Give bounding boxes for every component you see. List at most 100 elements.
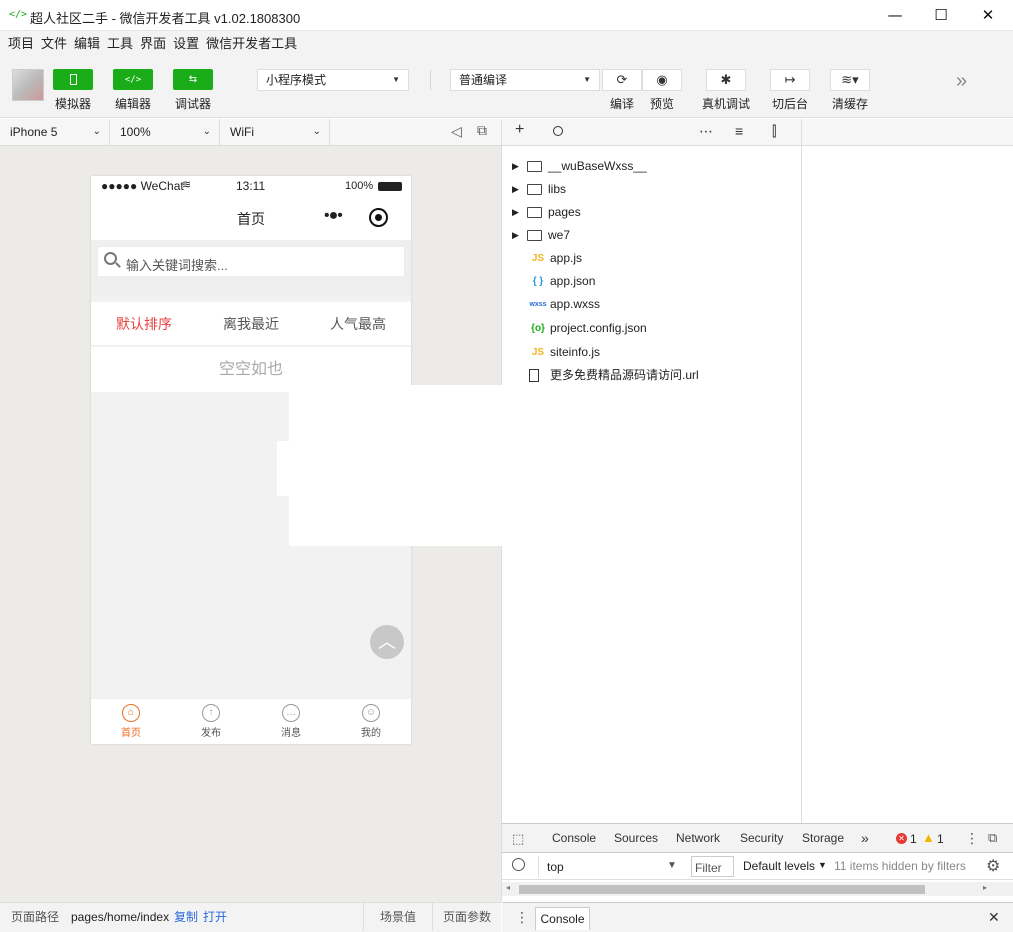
scrollbar-thumb[interactable] (519, 885, 925, 894)
divider (363, 903, 364, 931)
clear-console-icon[interactable] (512, 858, 525, 871)
close-miniprogram-icon[interactable] (369, 208, 388, 227)
menu-bar: 项目 文件 编辑 工具 界面 设置 微信开发者工具 (0, 31, 1013, 56)
more-tabs-button[interactable]: » (861, 824, 869, 853)
zoom-select-value: 100% (120, 125, 151, 139)
scroll-to-top-button[interactable]: ︿ (370, 625, 404, 659)
undock-icon[interactable]: ⧉ (988, 830, 997, 846)
tree-item-siteinfo-js[interactable]: JS siteinfo.js (512, 341, 792, 364)
debugger-toggle-button[interactable]: ⇆ (173, 69, 213, 90)
file-tree-toolbar: + ⋯ ≡ ⫿ (502, 119, 801, 146)
menu-edit[interactable]: 编辑 (71, 31, 104, 56)
tree-item-we7[interactable]: ▶ we7 (512, 224, 792, 247)
tab-most-popular[interactable]: 人气最高 (330, 302, 386, 346)
tree-item-label: app.wxss (550, 297, 601, 311)
tabbar-home[interactable]: ⌂ 首页 (91, 699, 171, 739)
wxss-file-icon: wxss (529, 301, 547, 308)
log-levels-select[interactable]: Default levels (743, 859, 815, 873)
popout-icon[interactable]: ⧉ (477, 122, 487, 139)
json-file-icon: { } (532, 276, 544, 287)
tree-item-url-file[interactable]: 更多免费精品源码请访问.url (512, 364, 792, 387)
warning-count[interactable]: 1 (937, 832, 944, 846)
remote-debug-label: 真机调试 (701, 97, 750, 111)
horizontal-scrollbar[interactable]: ◂ ▸ (502, 882, 1013, 896)
menu-interface[interactable]: 界面 (137, 31, 170, 56)
compile-button[interactable]: ⟳ (602, 69, 642, 91)
menu-wechat-devtools[interactable]: 微信开发者工具 (203, 31, 301, 56)
simulator-toggle-button[interactable] (53, 69, 93, 90)
sidebar-toggle-icon[interactable]: ⫿ (772, 123, 776, 140)
tree-item-libs[interactable]: ▶ libs (512, 178, 792, 201)
editor-toggle-button[interactable]: </> (113, 69, 153, 90)
tree-item-wubasewxss[interactable]: ▶ __wuBaseWxss__ (512, 155, 792, 178)
layers-icon: ≋▾ (841, 72, 859, 87)
tree-item-app-wxss[interactable]: wxss app.wxss (512, 293, 792, 316)
search-input[interactable]: 输入关键词搜索... (97, 246, 405, 277)
copy-path-link[interactable]: 复制 (174, 903, 198, 931)
mode-select[interactable]: 小程序模式 ▼ (257, 69, 409, 91)
code-icon: </> (124, 75, 142, 85)
close-drawer-icon[interactable]: ✕ (988, 909, 1000, 926)
open-path-link[interactable]: 打开 (203, 903, 227, 931)
drawer-tab-console[interactable]: Console (535, 907, 590, 930)
filter-placeholder: Filter (695, 861, 722, 875)
remote-debug-button[interactable]: ✱ (706, 69, 746, 91)
tabbar-profile[interactable]: ☺ 我的 (331, 699, 411, 739)
menu-settings[interactable]: 设置 (170, 31, 203, 56)
context-select[interactable]: top ▼ (538, 856, 681, 877)
refresh-icon: ⟳ (616, 72, 628, 87)
maximize-button[interactable]: ☐ (918, 0, 964, 31)
wifi-icon: ≋ (182, 179, 192, 191)
switch-background-icon: ↦ (784, 72, 796, 87)
background-button[interactable]: ↦ (770, 69, 810, 91)
minimize-button[interactable]: — (872, 0, 918, 31)
tree-item-app-js[interactable]: JS app.js (512, 247, 792, 270)
gear-icon[interactable]: ⚙ (986, 856, 1000, 876)
tree-item-label: app.json (550, 274, 596, 288)
tab-sources[interactable]: Sources (614, 824, 658, 853)
preview-button[interactable]: ◉ (642, 69, 682, 91)
tabbar-publish[interactable]: ↑ 发布 (171, 699, 251, 739)
tab-nearest[interactable]: 离我最近 (223, 302, 279, 346)
compile-select[interactable]: 普通编译 ▼ (450, 69, 600, 91)
clear-cache-button[interactable]: ≋▾ (830, 69, 870, 91)
more-options-icon[interactable]: •●• (324, 207, 343, 225)
collapse-icon[interactable]: ≡ (735, 123, 743, 139)
more-tools-button[interactable]: » (956, 70, 967, 93)
mute-icon[interactable]: ◁ (451, 123, 462, 140)
scene-value-button[interactable]: 场景值 (380, 903, 416, 931)
close-window-button[interactable]: ✕ (965, 0, 1011, 31)
menu-project[interactable]: 项目 (0, 31, 38, 56)
tabbar-messages[interactable]: … 消息 (251, 699, 331, 739)
menu-tools[interactable]: 工具 (104, 31, 137, 56)
tree-item-project-config[interactable]: {o} project.config.json (512, 317, 792, 340)
more-icon[interactable]: ⋯ (699, 123, 713, 140)
search-icon[interactable] (553, 126, 563, 136)
tab-network[interactable]: Network (676, 824, 720, 853)
page-params-button[interactable]: 页面参数 (443, 903, 491, 931)
console-filter-input[interactable]: Filter (691, 856, 734, 877)
network-select[interactable]: WiFi ⌄ (220, 119, 330, 145)
zoom-select[interactable]: 100% ⌄ (110, 119, 220, 145)
tab-console[interactable]: Console (543, 824, 606, 855)
menu-file[interactable]: 文件 (38, 31, 71, 56)
page-path-value: pages/home/index (71, 910, 170, 924)
pane-divider[interactable] (801, 119, 802, 823)
scroll-left-icon[interactable]: ◂ (506, 883, 510, 892)
error-count[interactable]: 1 (910, 832, 917, 846)
kebab-menu-icon[interactable]: ⋮ (965, 830, 979, 847)
device-select[interactable]: iPhone 5 ⌄ (0, 119, 110, 145)
kebab-menu-icon[interactable]: ⋮ (515, 909, 529, 926)
tree-item-pages[interactable]: ▶ pages (512, 201, 792, 224)
inspect-icon[interactable]: ⬚ (512, 831, 524, 847)
avatar[interactable] (12, 69, 44, 101)
tab-storage[interactable]: Storage (802, 824, 844, 853)
js-file-icon: JS (531, 347, 545, 358)
scroll-right-icon[interactable]: ▸ (983, 883, 987, 892)
tab-security[interactable]: Security (740, 824, 783, 853)
debug-icon: ⇆ (188, 74, 198, 85)
add-icon[interactable]: + (515, 121, 524, 139)
tree-item-app-json[interactable]: { } app.json (512, 270, 792, 293)
mode-select-value: 小程序模式 (266, 73, 327, 87)
tab-default-sort[interactable]: 默认排序 (116, 302, 172, 346)
